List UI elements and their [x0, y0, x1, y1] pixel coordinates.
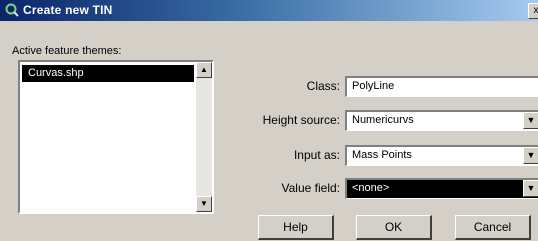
value-field-label: Value field: [281, 181, 340, 195]
close-button[interactable]: x [528, 3, 538, 19]
class-label: Class: [306, 79, 340, 93]
value-field-select[interactable]: <none> [345, 178, 538, 199]
value-field-dropdown-icon[interactable]: ▼ [523, 180, 538, 197]
themes-list-label: Active feature themes: [12, 45, 122, 57]
list-item[interactable]: Curvas.shp [22, 65, 194, 82]
scroll-up-icon[interactable]: ▲ [196, 62, 212, 78]
help-button[interactable]: Help [258, 215, 334, 240]
scroll-down-icon[interactable]: ▼ [196, 196, 212, 212]
create-new-tin-dialog: Create new TIN x Active feature themes: … [0, 0, 538, 241]
cancel-button[interactable]: Cancel [455, 215, 531, 240]
class-field: PolyLine [345, 76, 538, 97]
app-icon [5, 3, 19, 17]
height-source-dropdown-icon[interactable]: ▼ [523, 112, 538, 129]
height-source-select[interactable]: Numericurvs [345, 110, 538, 131]
input-as-select[interactable]: Mass Points [345, 145, 538, 166]
themes-listbox[interactable]: Curvas.shp ▲ ▼ [18, 60, 214, 214]
input-as-label: Input as: [293, 148, 340, 162]
window-title: Create new TIN [23, 3, 113, 17]
height-source-label: Height source: [262, 113, 340, 127]
input-as-dropdown-icon[interactable]: ▼ [523, 147, 538, 164]
title-bar[interactable]: Create new TIN x [0, 0, 538, 21]
ok-button[interactable]: OK [356, 215, 432, 240]
